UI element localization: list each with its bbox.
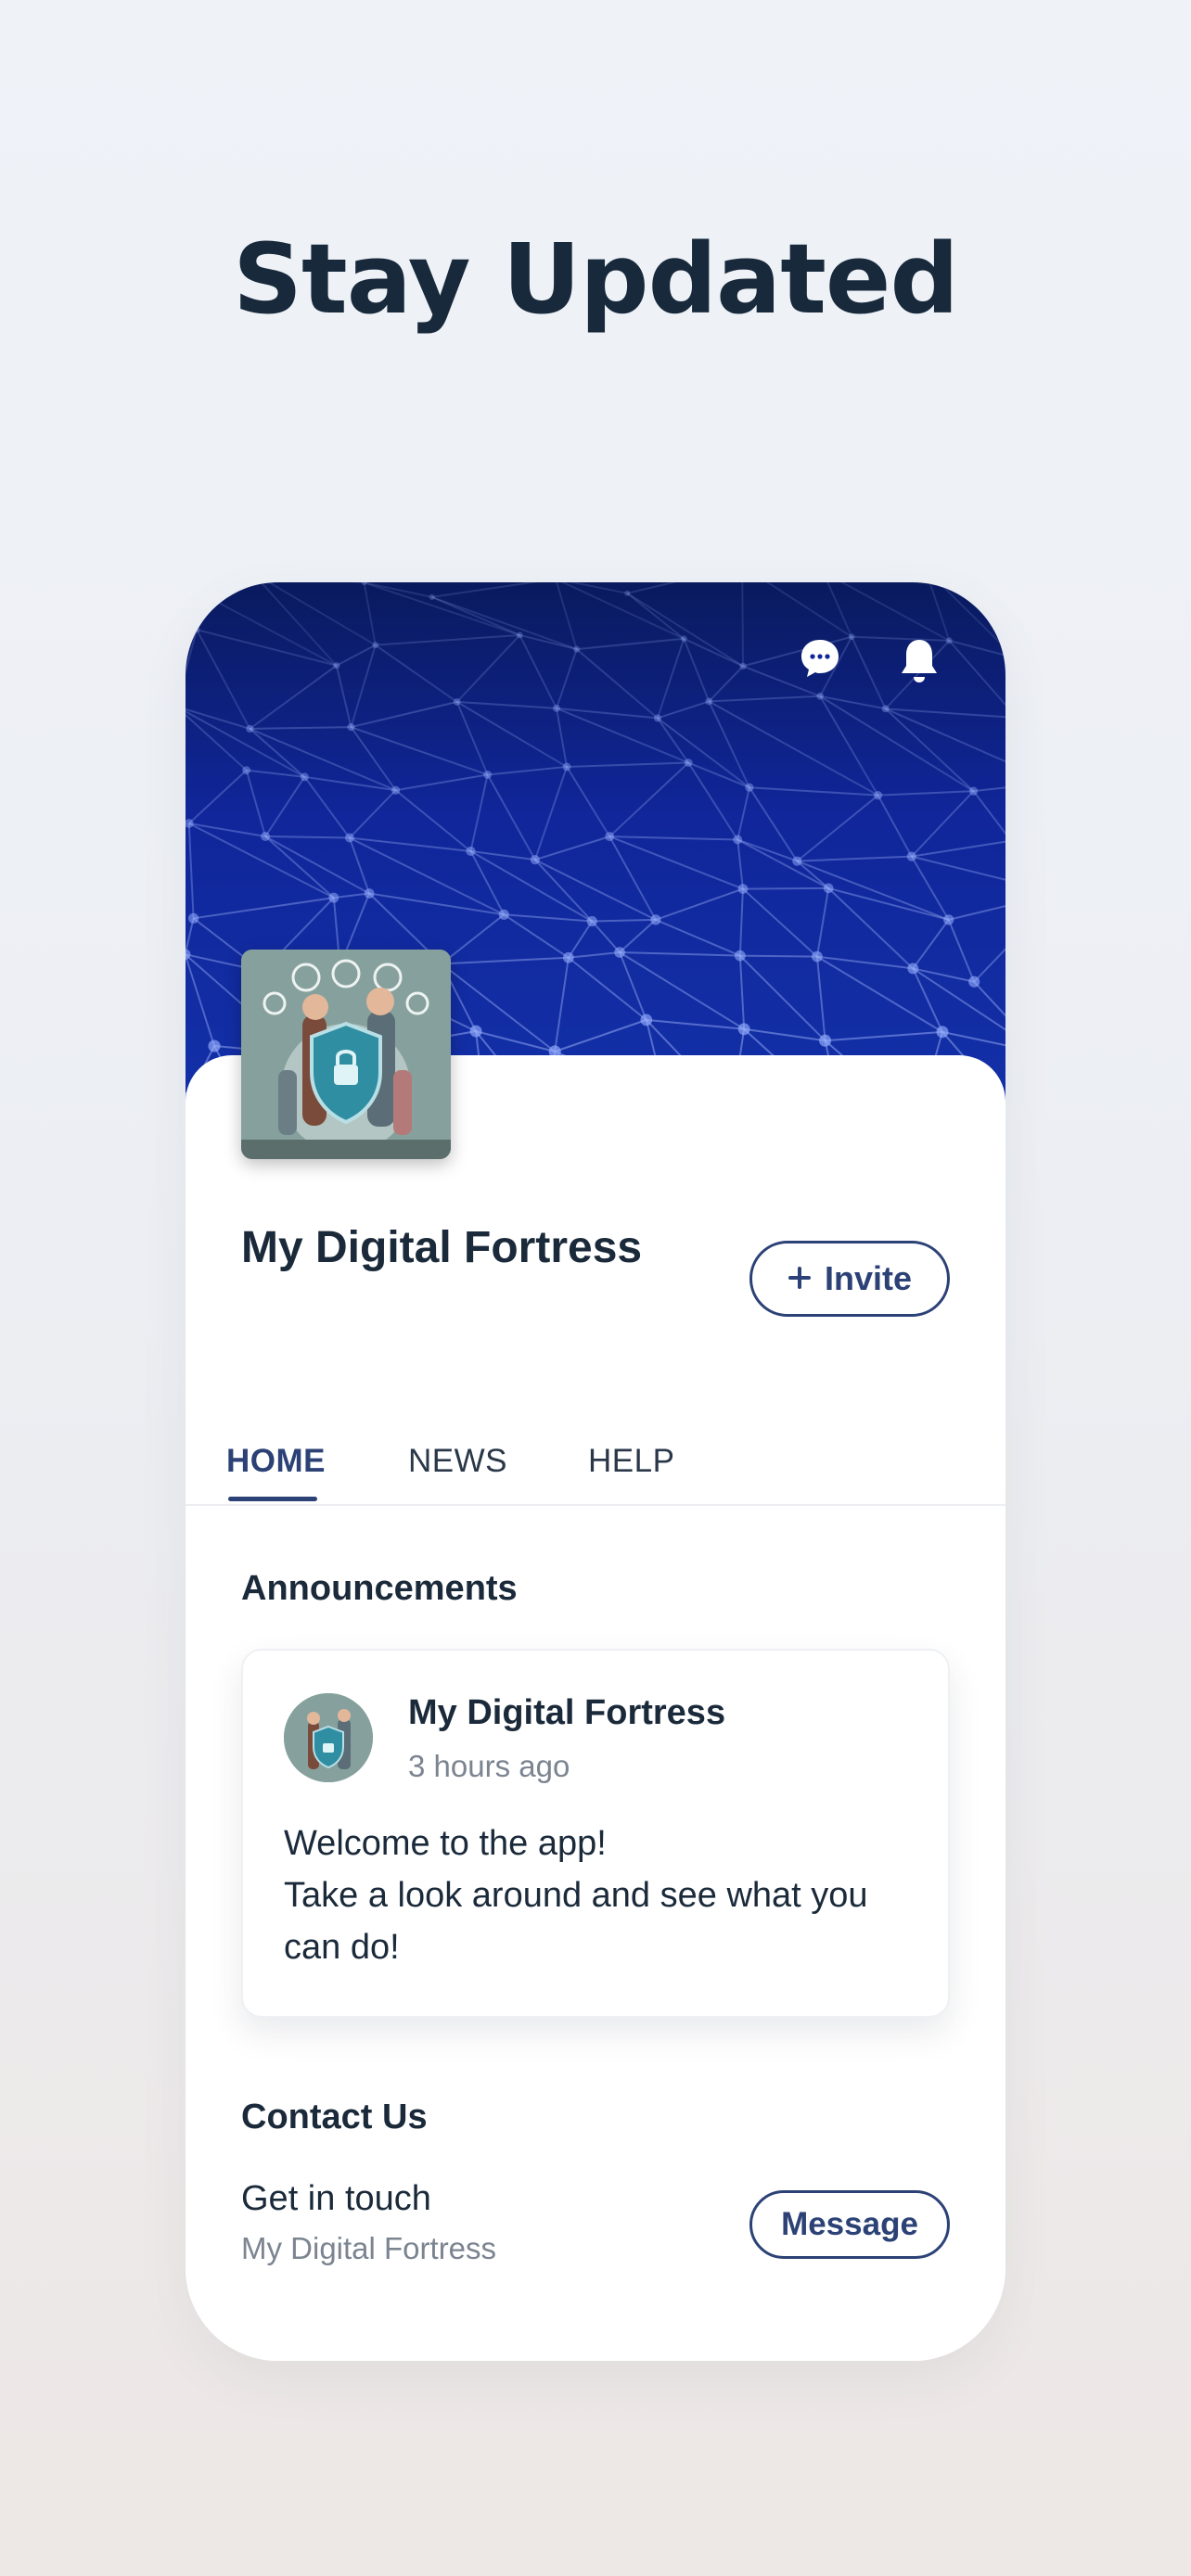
plus-icon: [788, 1259, 812, 1298]
contact-site-name: My Digital Fortress: [241, 2231, 497, 2265]
message-button[interactable]: Message: [749, 2190, 950, 2259]
post-timestamp: 3 hours ago: [408, 1749, 570, 1783]
tab-news[interactable]: NEWS: [408, 1443, 507, 1480]
bell-icon[interactable]: [897, 636, 953, 692]
phone-mockup: My Digital Fortress Invite HOME NEWS HEL…: [186, 582, 1005, 2361]
post-line: Welcome to the app!: [284, 1824, 607, 1863]
announcement-card[interactable]: My Digital Fortress 3 hours ago Welcome …: [241, 1649, 950, 2018]
post-line: can do!: [284, 1928, 400, 1967]
post-line: Take a look around and see what you: [284, 1876, 868, 1915]
invite-button[interactable]: Invite: [749, 1241, 950, 1317]
site-title: My Digital Fortress: [241, 1223, 643, 1272]
chat-bubble-icon[interactable]: [798, 636, 853, 692]
post-author: My Digital Fortress: [408, 1693, 726, 1732]
author-avatar: [284, 1693, 373, 1782]
tab-help[interactable]: HELP: [588, 1443, 674, 1480]
hero-title: Stay Updated: [233, 223, 959, 336]
site-logo: [241, 950, 451, 1159]
invite-label: Invite: [824, 1259, 913, 1297]
tab-bar: HOME NEWS HELP: [186, 1417, 1005, 1506]
tab-home[interactable]: HOME: [226, 1443, 326, 1480]
contact-heading: Contact Us: [241, 2098, 428, 2136]
contact-label: Get in touch: [241, 2179, 431, 2218]
active-tab-indicator: [228, 1497, 317, 1501]
announcements-heading: Announcements: [241, 1569, 518, 1608]
post-body: Welcome to the app! Take a look around a…: [284, 1817, 924, 1973]
